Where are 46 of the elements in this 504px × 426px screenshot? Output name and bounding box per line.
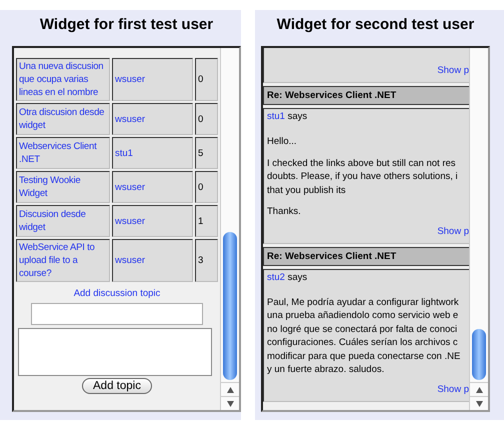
post-text-line: Thanks.	[267, 205, 302, 218]
add-topic-link[interactable]: Add discussion topic	[74, 288, 160, 299]
show-link[interactable]: Show p	[437, 222, 469, 240]
post-text-line: I checked the links above but still can not res	[267, 156, 457, 170]
scroll-up-icon[interactable]	[226, 386, 234, 392]
post-count: 0	[198, 114, 204, 124]
post-count: 1	[198, 216, 204, 226]
post-text-line: Hello...	[267, 135, 298, 148]
post-text-line: that you publish its	[267, 184, 347, 197]
scroll-thumb[interactable]	[472, 328, 486, 380]
post-text-line: Paul, Me podría ayudar a configurar lightwork	[267, 296, 460, 309]
scroll-up-icon[interactable]	[476, 386, 482, 392]
post-count: 0	[198, 182, 204, 192]
author-link[interactable]: stu1	[267, 111, 285, 122]
scroll-down-icon[interactable]	[226, 400, 234, 406]
post-subject: Re: Webservices Client .NET	[263, 86, 469, 105]
user-link[interactable]: wsuser	[115, 180, 146, 194]
post-subject: Re: Webservices Client .NET	[263, 246, 469, 266]
post-count: 0	[198, 74, 204, 85]
scrollbar[interactable]	[220, 48, 239, 410]
post-text-line: no logré que se conectará por falta de conoci	[267, 322, 458, 336]
post-text-line: y un fuerte abrazo. saludos.	[267, 363, 386, 376]
user-link[interactable]: wsuser	[115, 73, 146, 86]
widget-title: Widget for second test user	[276, 15, 476, 35]
show-link[interactable]: Show p	[437, 62, 469, 80]
topic-title-field[interactable]	[31, 303, 203, 325]
user-link[interactable]: wsuser	[115, 112, 146, 126]
post-text-line: configuraciones. Cuáles serían los archivos c	[267, 336, 459, 350]
add-topic-button[interactable]: Add topic	[82, 378, 152, 394]
user-link[interactable]: wsuser	[115, 254, 146, 267]
post-text-line: doubts. Please, if you have others solutions, i	[267, 170, 459, 184]
says-label: says	[288, 272, 308, 282]
show-link[interactable]: Show p	[437, 380, 469, 398]
user-link[interactable]: wsuser	[115, 214, 146, 228]
topic-body-field[interactable]	[18, 328, 212, 376]
scroll-thumb[interactable]	[223, 232, 237, 380]
scrollbar[interactable]	[469, 48, 488, 410]
post-count: 5	[198, 148, 204, 158]
says-label: says	[288, 111, 308, 122]
post-count: 3	[198, 255, 204, 266]
post-text-line: modificar para que pueda conectarse con .NE	[267, 350, 462, 363]
scroll-down-icon[interactable]	[476, 400, 482, 406]
widget-title: Widget for first test user	[38, 15, 214, 35]
post-text-line: una prueba añadiendolo como servicio web e	[267, 309, 460, 322]
user-link[interactable]: stu1	[115, 146, 133, 160]
author-link[interactable]: stu2	[267, 272, 285, 282]
